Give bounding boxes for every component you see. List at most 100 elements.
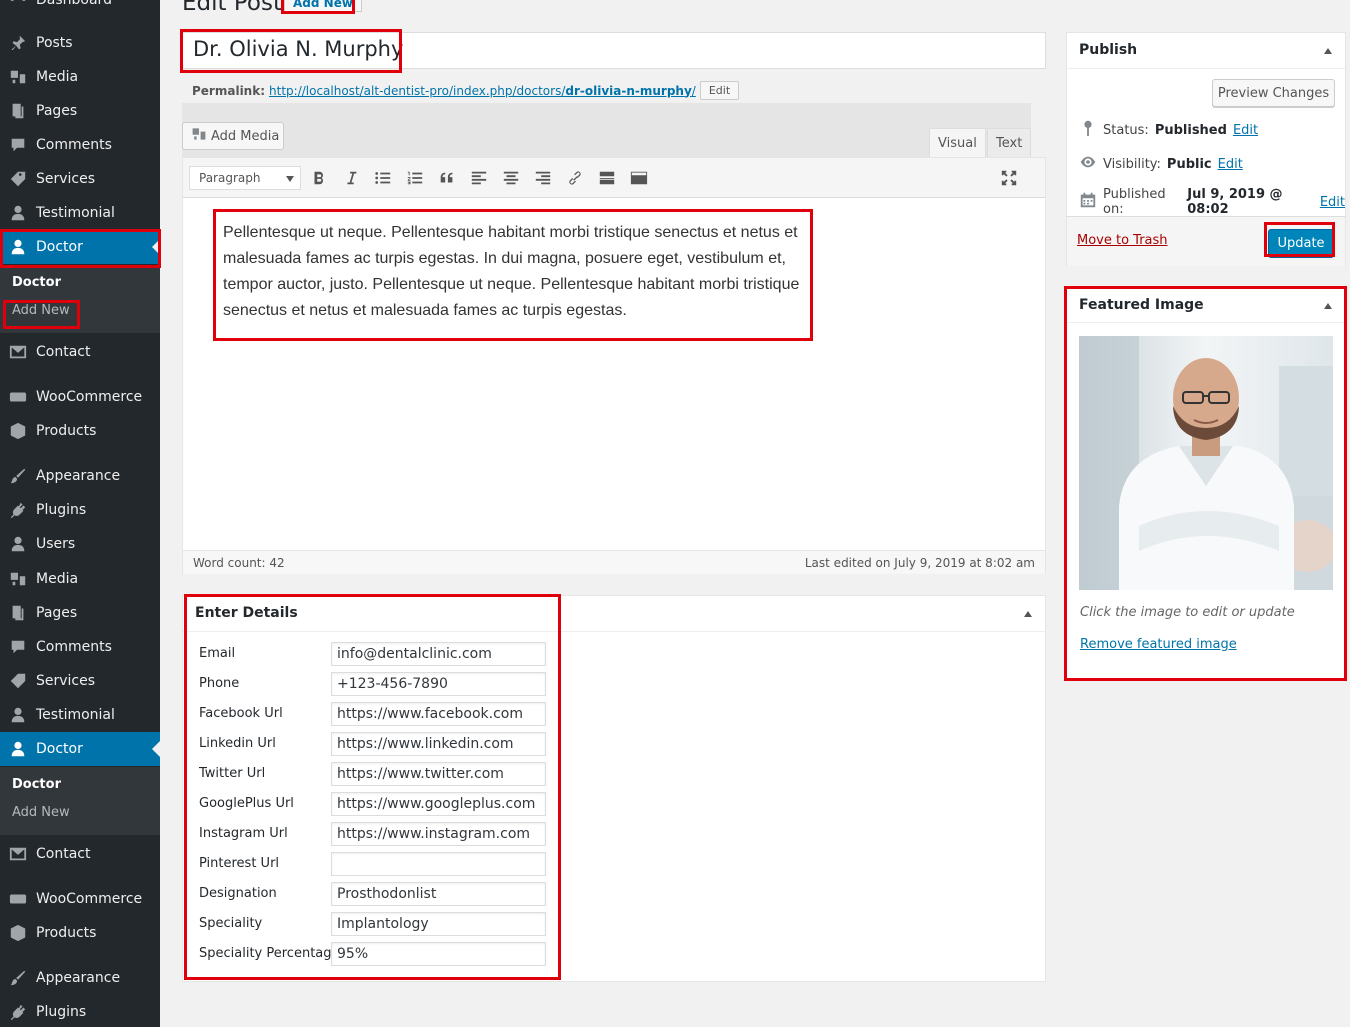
instagram-url-field[interactable]: https://www.instagram.com bbox=[331, 822, 546, 846]
align-left-icon[interactable] bbox=[467, 166, 491, 190]
menu-item-testimonial-2[interactable]: Testimonial bbox=[0, 698, 160, 732]
submenu-add-new[interactable]: Add New bbox=[12, 805, 70, 820]
move-to-trash-link[interactable]: Move to Trash bbox=[1077, 233, 1168, 248]
menu-item-users[interactable]: Users bbox=[0, 527, 160, 561]
post-title-field[interactable]: Dr. Olivia N. Murphy bbox=[182, 32, 1046, 69]
admin-sidebar: Dashboard Posts Media Pages Comments Ser… bbox=[0, 0, 160, 1027]
menu-item-comments[interactable]: Comments bbox=[0, 128, 160, 162]
designation-field[interactable]: Prosthodonlist bbox=[331, 882, 546, 906]
menu-item-services-2[interactable]: Services bbox=[0, 664, 160, 698]
menu-item-pages[interactable]: Pages bbox=[0, 94, 160, 128]
blockquote-icon[interactable] bbox=[435, 166, 459, 190]
eye-icon bbox=[1079, 153, 1097, 175]
page-heading: Edit Post bbox=[182, 0, 282, 16]
menu-label: Appearance bbox=[36, 468, 121, 484]
add-new-button[interactable]: Add New bbox=[284, 0, 362, 12]
menu-label: Services bbox=[36, 673, 96, 689]
menu-item-dashboard[interactable]: Dashboard bbox=[0, 0, 160, 17]
facebook-url-field[interactable]: https://www.facebook.com bbox=[331, 702, 546, 726]
plug-icon bbox=[0, 501, 36, 519]
email-field[interactable]: info@dentalclinic.com bbox=[331, 642, 546, 666]
format-select[interactable]: Paragraph bbox=[189, 166, 301, 190]
calendar-icon bbox=[1079, 191, 1097, 213]
align-center-icon[interactable] bbox=[499, 166, 523, 190]
remove-featured-image-link[interactable]: Remove featured image bbox=[1080, 637, 1237, 652]
menu-item-appearance[interactable]: Appearance bbox=[0, 459, 160, 493]
submenu-add-new[interactable]: Add New bbox=[12, 303, 70, 318]
publish-header[interactable]: Publish bbox=[1067, 33, 1345, 69]
linkedin-url-field[interactable]: https://www.linkedin.com bbox=[331, 732, 546, 756]
field-label-googleplus: GooglePlus Url bbox=[199, 796, 294, 811]
toggle-up-icon[interactable] bbox=[1324, 303, 1332, 309]
menu-item-comments-2[interactable]: Comments bbox=[0, 630, 160, 664]
tab-text[interactable]: Text bbox=[987, 128, 1032, 158]
menu-label: Services bbox=[36, 171, 96, 187]
align-right-icon[interactable] bbox=[531, 166, 555, 190]
comment-icon bbox=[0, 638, 36, 656]
details-header[interactable]: Enter Details bbox=[183, 596, 1045, 632]
menu-item-testimonial[interactable]: Testimonial bbox=[0, 196, 160, 230]
visibility-edit-link[interactable]: Edit bbox=[1218, 157, 1243, 172]
editor-toolbar: Paragraph bbox=[183, 158, 1045, 198]
submenu-head[interactable]: Doctor bbox=[12, 777, 61, 792]
media-icon bbox=[0, 68, 36, 86]
menu-label: Users bbox=[36, 536, 76, 552]
phone-field[interactable]: +123-456-7890 bbox=[331, 672, 546, 696]
menu-item-services[interactable]: Services bbox=[0, 162, 160, 196]
featured-image-doctor-photo[interactable] bbox=[1079, 336, 1333, 590]
menu-item-plugins-2[interactable]: Plugins bbox=[0, 995, 160, 1027]
speciality-field[interactable]: Implantology bbox=[331, 912, 546, 936]
link-icon[interactable] bbox=[563, 166, 587, 190]
published-on-row: Published on: Jul 9, 2019 @ 08:02 Edit bbox=[1079, 187, 1345, 217]
permalink-link[interactable]: http://localhost/alt-dentist-pro/index.p… bbox=[269, 84, 696, 98]
menu-item-appearance-2[interactable]: Appearance bbox=[0, 961, 160, 995]
permalink-edit-button[interactable]: Edit bbox=[699, 81, 740, 100]
menu-item-media[interactable]: Media bbox=[0, 60, 160, 94]
tag-icon bbox=[0, 672, 36, 690]
enter-details-box: Enter Details Email info@dentalclinic.co… bbox=[182, 595, 1046, 982]
update-button[interactable]: Update bbox=[1268, 229, 1334, 258]
featured-header[interactable]: Featured Image bbox=[1067, 289, 1345, 323]
googleplus-url-field[interactable]: https://www.googleplus.com bbox=[331, 792, 546, 816]
toggle-up-icon[interactable] bbox=[1024, 611, 1032, 617]
menu-item-pages-2[interactable]: Pages bbox=[0, 596, 160, 630]
permalink-label: Permalink: bbox=[192, 83, 266, 98]
menu-label: Testimonial bbox=[36, 707, 115, 723]
status-edit-link[interactable]: Edit bbox=[1233, 123, 1258, 138]
read-more-icon[interactable] bbox=[595, 166, 619, 190]
speciality-percentage-field[interactable]: 95% bbox=[331, 942, 546, 966]
menu-item-woocommerce[interactable]: WooCommerce bbox=[0, 380, 160, 414]
add-media-button[interactable]: Add Media bbox=[182, 122, 284, 150]
menu-label: Testimonial bbox=[36, 205, 115, 221]
menu-item-contact[interactable]: Contact bbox=[0, 335, 160, 369]
numbered-list-icon[interactable] bbox=[403, 166, 427, 190]
menu-item-products[interactable]: Products bbox=[0, 414, 160, 448]
menu-item-posts[interactable]: Posts bbox=[0, 26, 160, 60]
published-value: Jul 9, 2019 @ 08:02 bbox=[1187, 187, 1283, 217]
toggle-up-icon[interactable] bbox=[1324, 48, 1332, 54]
preview-changes-button[interactable]: Preview Changes bbox=[1212, 79, 1335, 107]
twitter-url-field[interactable]: https://www.twitter.com bbox=[331, 762, 546, 786]
field-label-speciality: Speciality bbox=[199, 916, 263, 931]
submenu-head[interactable]: Doctor bbox=[12, 275, 61, 290]
italic-icon[interactable] bbox=[339, 166, 363, 190]
bold-icon[interactable] bbox=[307, 166, 331, 190]
published-edit-link[interactable]: Edit bbox=[1320, 195, 1345, 210]
toolbar-toggle-icon[interactable] bbox=[627, 166, 651, 190]
bullet-list-icon[interactable] bbox=[371, 166, 395, 190]
menu-label: Comments bbox=[36, 639, 112, 655]
tab-visual[interactable]: Visual bbox=[929, 128, 986, 158]
menu-item-woocommerce-2[interactable]: WooCommerce bbox=[0, 882, 160, 916]
menu-item-media-2[interactable]: Media bbox=[0, 562, 160, 596]
menu-item-doctor-2[interactable]: Doctor bbox=[0, 732, 160, 766]
menu-item-doctor[interactable]: Doctor bbox=[0, 230, 160, 264]
permalink-end: / bbox=[691, 83, 696, 98]
post-content[interactable]: Pellentesque ut neque. Pellentesque habi… bbox=[223, 220, 813, 324]
user-icon bbox=[0, 706, 36, 724]
pinterest-url-field[interactable] bbox=[331, 852, 546, 876]
menu-item-plugins[interactable]: Plugins bbox=[0, 493, 160, 527]
menu-item-products-2[interactable]: Products bbox=[0, 916, 160, 950]
menu-item-contact-2[interactable]: Contact bbox=[0, 837, 160, 871]
fullscreen-icon[interactable] bbox=[997, 166, 1021, 190]
menu-label: Contact bbox=[36, 846, 91, 862]
